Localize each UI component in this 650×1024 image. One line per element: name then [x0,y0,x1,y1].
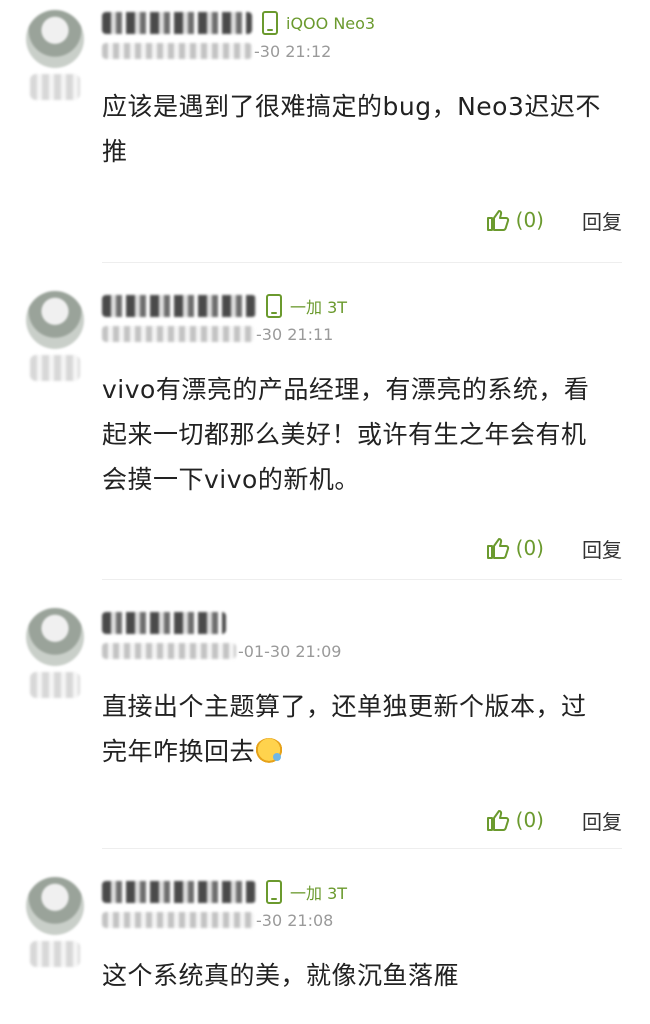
comment-text: 这个系统真的美，就像沉鱼落雁 [102,953,622,998]
comment-line: 起来一切都那么美好！或许有生之年会有机 [102,420,587,449]
comment-item: iQOO Neo3 -30 21:12 应该是遇到了很难搞定的bug，Neo3迟… [0,0,650,262]
device-tag: 一加 3T [266,880,347,904]
phone-icon [266,294,282,318]
comment-header: iQOO Neo3 [102,8,622,38]
like-count: (0) [515,808,544,832]
avatar[interactable] [26,10,84,68]
timestamp-text: -01-30 21:09 [238,641,342,661]
thumb-up-icon [486,810,509,831]
comment-item: -01-30 21:09 直接出个主题算了，还单独更新个版本，过 完年咋换回去 … [0,580,650,848]
comment-line: 应该是遇到了很难搞定的bug，Neo3迟迟不 [102,92,601,121]
phone-icon [266,880,282,904]
username-redacted[interactable] [102,295,256,317]
comment-header: 一加 3T [102,291,622,321]
timestamp: -30 21:12 [102,38,622,64]
avatar-badge [30,672,80,698]
device-label: 一加 3T [290,884,348,903]
avatar-badge [30,355,80,381]
emoji-icon [255,738,284,764]
like-button[interactable]: (0) [486,208,544,232]
device-label: iQOO Neo3 [286,13,376,33]
avatar-badge [30,74,80,100]
timestamp: -30 21:11 [102,321,622,347]
avatar[interactable] [26,291,84,349]
timestamp-text: -30 21:11 [256,324,334,344]
comment-text: vivo有漂亮的产品经理，有漂亮的系统，看 起来一切都那么美好！或许有生之年会有… [102,367,622,502]
comment-item: 一加 3T -30 21:11 vivo有漂亮的产品经理，有漂亮的系统，看 起来… [0,263,650,579]
timestamp: -30 21:08 [102,907,622,933]
date-redacted [102,643,236,659]
comment-line: 这个系统真的美，就像沉鱼落雁 [102,961,460,990]
comment-item: 一加 3T -30 21:08 这个系统真的美，就像沉鱼落雁 [0,849,650,1024]
date-redacted [102,43,252,59]
like-count: (0) [515,536,544,560]
reply-button[interactable]: 回复 [582,534,622,563]
username-redacted[interactable] [102,12,252,34]
date-redacted [102,326,254,342]
device-tag: iQOO Neo3 [262,11,375,35]
comment-text: 直接出个主题算了，还单独更新个版本，过 完年咋换回去 [102,684,622,774]
comment-header: 一加 3T [102,877,622,907]
comment-line: 推 [102,137,128,166]
like-count: (0) [515,208,544,232]
comment-line: 完年咋换回去 [102,729,622,774]
like-button[interactable]: (0) [486,808,544,832]
avatar[interactable] [26,877,84,935]
comment-actions: (0) 回复 [102,200,622,240]
avatar-badge [30,941,80,967]
thumb-up-icon [486,210,509,231]
comment-header [102,608,622,638]
phone-icon [262,11,278,35]
avatar[interactable] [26,608,84,666]
like-button[interactable]: (0) [486,536,544,560]
comment-text: 应该是遇到了很难搞定的bug，Neo3迟迟不 推 [102,84,622,174]
timestamp: -01-30 21:09 [102,638,622,664]
reply-button[interactable]: 回复 [582,206,622,235]
comment-line-text: 完年咋换回去 [102,737,256,766]
username-redacted[interactable] [102,612,226,634]
timestamp-text: -30 21:12 [254,41,332,61]
device-label: 一加 3T [290,298,348,317]
reply-button[interactable]: 回复 [582,806,622,835]
comment-line: 会摸一下vivo的新机。 [102,465,360,494]
comment-line: vivo有漂亮的产品经理，有漂亮的系统，看 [102,375,590,404]
date-redacted [102,912,254,928]
username-redacted[interactable] [102,881,256,903]
comment-line: 直接出个主题算了，还单独更新个版本，过 [102,692,587,721]
comment-actions: (0) 回复 [102,528,622,568]
timestamp-text: -30 21:08 [256,910,334,930]
thumb-up-icon [486,538,509,559]
device-tag: 一加 3T [266,294,347,318]
comment-actions: (0) 回复 [102,800,622,840]
